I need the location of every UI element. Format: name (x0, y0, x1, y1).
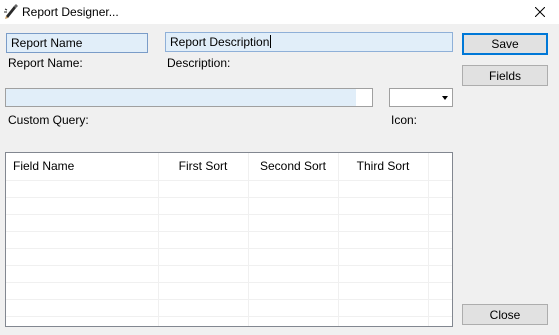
column-header-second-sort[interactable]: Second Sort (248, 153, 338, 180)
grid-row-line (6, 180, 452, 181)
query-field-gutter (356, 89, 372, 106)
report-name-label: Report Name: (8, 56, 83, 70)
icon-label: Icon: (391, 113, 418, 127)
pencil-icon (4, 4, 18, 19)
column-divider (428, 153, 429, 326)
close-icon (535, 7, 545, 17)
column-divider (158, 153, 159, 326)
fields-grid[interactable]: Field Name First Sort Second Sort Third … (5, 152, 453, 327)
grid-row-line (6, 214, 452, 215)
report-name-value: Report Name (11, 36, 83, 50)
icon-dropdown[interactable] (389, 88, 453, 107)
custom-query-label: Custom Query: (8, 113, 89, 127)
grid-row-line (6, 265, 452, 266)
grid-row-line (6, 282, 452, 283)
chevron-down-icon (442, 96, 448, 100)
custom-query-field[interactable] (5, 88, 373, 107)
text-caret (270, 35, 272, 48)
description-value: Report Description (170, 35, 270, 49)
close-window-button[interactable] (521, 0, 559, 24)
grid-row-line (6, 299, 452, 300)
fields-button[interactable]: Fields (462, 65, 548, 86)
save-button[interactable]: Save (462, 33, 548, 55)
column-header-first-sort[interactable]: First Sort (158, 153, 248, 180)
grid-row-line (6, 248, 452, 249)
report-name-field[interactable]: Report Name (6, 33, 148, 53)
window-title: Report Designer... (22, 5, 119, 19)
column-header-field-name[interactable]: Field Name (13, 153, 74, 180)
column-divider (248, 153, 249, 326)
dialog-body: Report Name Report Name: Report Descript… (0, 24, 559, 335)
description-field[interactable]: Report Description (165, 32, 453, 52)
column-divider (338, 153, 339, 326)
description-label: Description: (167, 56, 231, 70)
column-header-third-sort[interactable]: Third Sort (338, 153, 428, 180)
grid-row-line (6, 316, 452, 317)
title-bar: Report Designer... (0, 0, 559, 24)
grid-row-line (6, 197, 452, 198)
close-button[interactable]: Close (462, 304, 548, 325)
grid-row-line (6, 231, 452, 232)
